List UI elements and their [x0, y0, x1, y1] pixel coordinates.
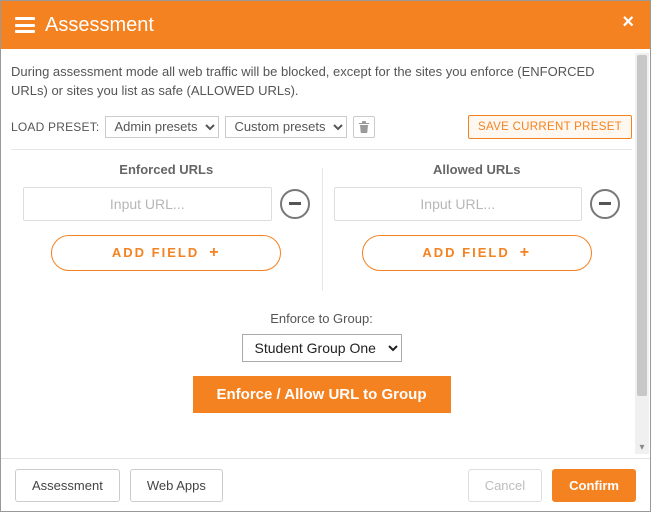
add-field-label: ADD FIELD	[422, 245, 509, 260]
enforce-allow-button[interactable]: Enforce / Allow URL to Group	[193, 376, 451, 413]
scrollbar[interactable]: ▾	[635, 53, 649, 454]
delete-preset-button[interactable]	[353, 116, 375, 138]
plus-icon: +	[209, 244, 220, 262]
scrollbar-thumb[interactable]	[637, 55, 647, 396]
group-section: Enforce to Group: Student Group One Enfo…	[11, 311, 632, 413]
remove-allowed-field-button[interactable]	[590, 189, 620, 219]
preset-row: LOAD PRESET: Admin presets Custom preset…	[11, 115, 632, 139]
divider	[11, 149, 632, 150]
description-text: During assessment mode all web traffic w…	[11, 63, 632, 101]
confirm-button[interactable]: Confirm	[552, 469, 636, 502]
allowed-heading: Allowed URLs	[334, 162, 621, 177]
enforced-heading: Enforced URLs	[23, 162, 310, 177]
custom-presets-select[interactable]: Custom presets	[225, 116, 347, 138]
modal-title: Assessment	[45, 14, 154, 37]
modal-footer: Assessment Web Apps Cancel Confirm	[1, 458, 650, 511]
load-preset-label: LOAD PRESET:	[11, 120, 99, 134]
remove-enforced-field-button[interactable]	[280, 189, 310, 219]
enforced-column: Enforced URLs ADD FIELD +	[11, 162, 322, 285]
scroll-down-icon[interactable]: ▾	[635, 440, 649, 454]
plus-icon: +	[520, 244, 531, 262]
allowed-url-input[interactable]	[334, 187, 583, 221]
group-select[interactable]: Student Group One	[242, 334, 402, 362]
tab-web-apps[interactable]: Web Apps	[130, 469, 223, 502]
admin-presets-select[interactable]: Admin presets	[105, 116, 219, 138]
modal-header: Assessment ×	[1, 1, 650, 49]
add-field-label: ADD FIELD	[112, 245, 199, 260]
enforced-url-input[interactable]	[23, 187, 272, 221]
list-icon	[15, 17, 35, 33]
trash-icon	[358, 120, 370, 133]
allowed-column: Allowed URLs ADD FIELD +	[322, 162, 633, 285]
tab-assessment[interactable]: Assessment	[15, 469, 120, 502]
add-allowed-field-button[interactable]: ADD FIELD +	[362, 235, 592, 271]
enforce-to-group-label: Enforce to Group:	[11, 311, 632, 326]
url-columns: Enforced URLs ADD FIELD + Allowed URLs A…	[11, 162, 632, 285]
cancel-button[interactable]: Cancel	[468, 469, 542, 502]
close-icon[interactable]: ×	[622, 11, 634, 34]
save-current-preset-button[interactable]: SAVE CURRENT PRESET	[468, 115, 632, 139]
allowed-url-row	[334, 187, 621, 221]
add-enforced-field-button[interactable]: ADD FIELD +	[51, 235, 281, 271]
enforced-url-row	[23, 187, 310, 221]
modal-body: During assessment mode all web traffic w…	[1, 49, 650, 458]
